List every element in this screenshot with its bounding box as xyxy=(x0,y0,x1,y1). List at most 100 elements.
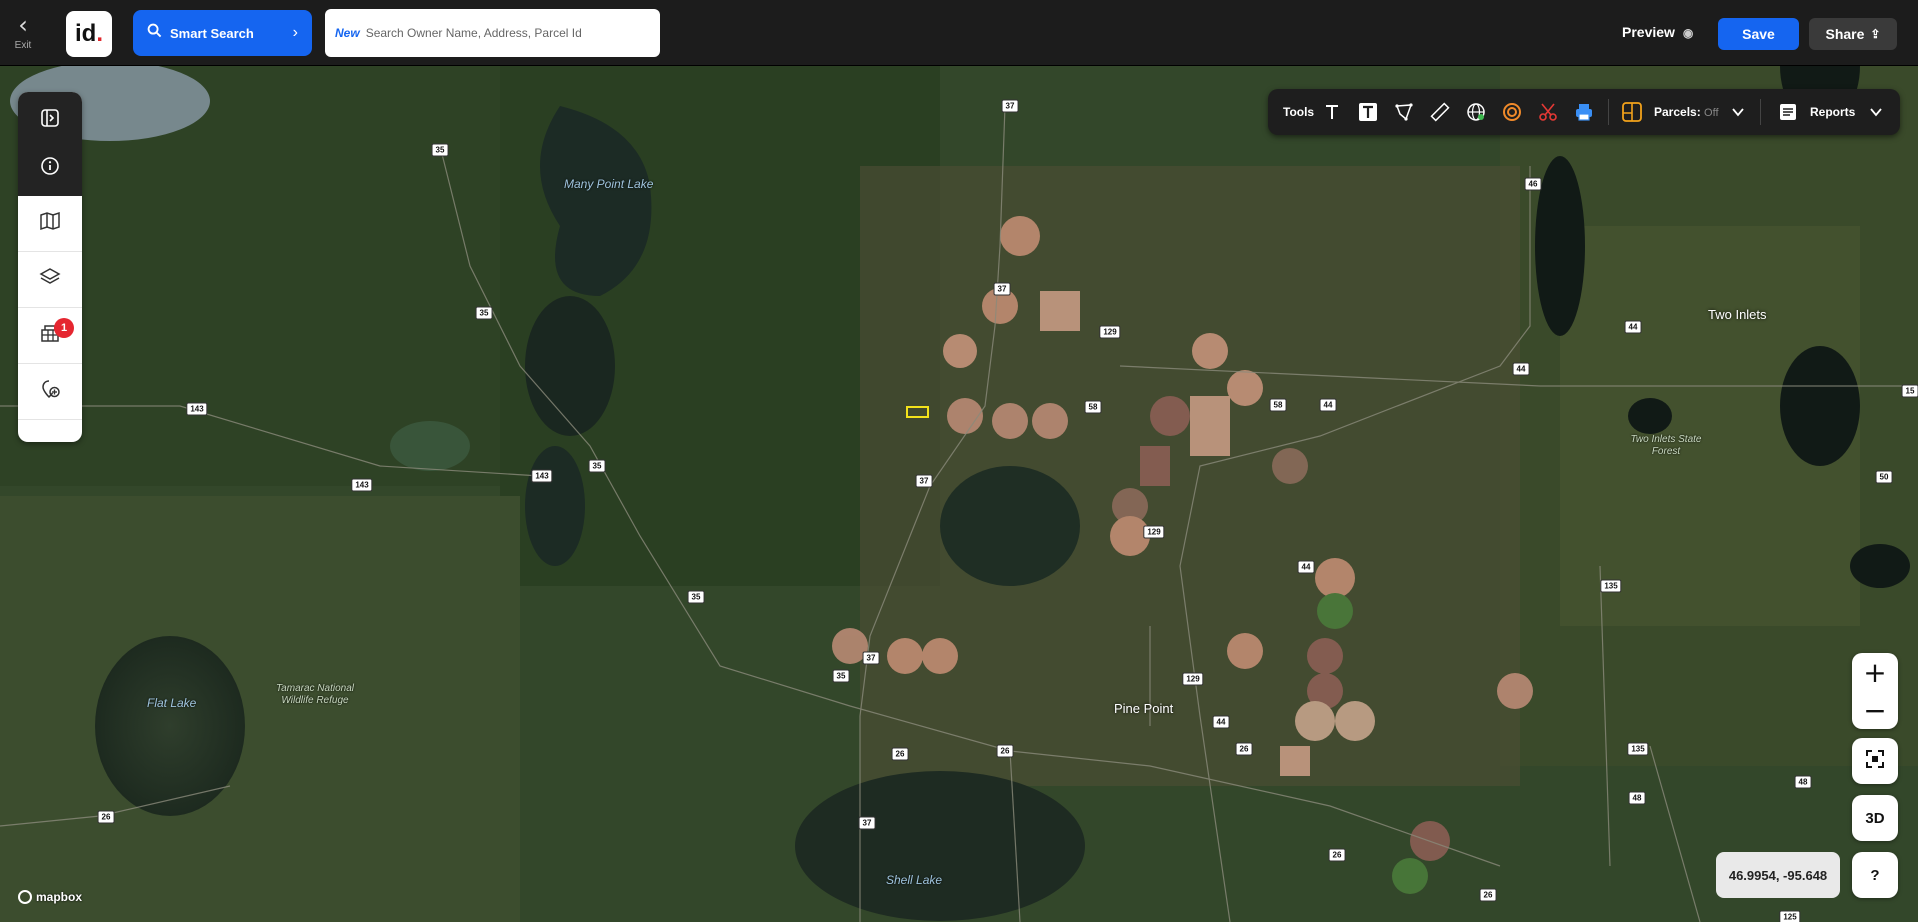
road-shield: 58 xyxy=(1269,398,1287,412)
mapbox-logo-icon xyxy=(18,890,32,904)
road-shield: 48 xyxy=(1628,791,1646,805)
road-shield: 143 xyxy=(531,469,553,483)
search-input[interactable] xyxy=(365,26,626,40)
road-shield: 44 xyxy=(1212,715,1230,729)
road-shield: 46 xyxy=(1524,177,1542,191)
road-shield: 129 xyxy=(1182,672,1204,686)
share-label: Share xyxy=(1825,26,1865,42)
fullscreen-icon xyxy=(1864,748,1886,774)
place-label: Pine Point xyxy=(1114,701,1174,716)
road-shield: 44 xyxy=(1319,398,1337,412)
road-shield: 26 xyxy=(1328,848,1346,862)
share-button[interactable]: Share ⇪ xyxy=(1809,18,1897,50)
search-icon xyxy=(147,23,162,43)
road-shield: 35 xyxy=(588,459,606,473)
help-button[interactable]: ? xyxy=(1852,852,1898,898)
draw-polygon-icon[interactable] xyxy=(1392,100,1416,124)
print-icon[interactable] xyxy=(1572,100,1596,124)
reports-icon[interactable] xyxy=(1776,100,1800,124)
road-shield: 44 xyxy=(1624,320,1642,334)
fit-screen-button[interactable] xyxy=(1852,738,1898,784)
road-shield: 48 xyxy=(1794,775,1812,789)
road-shield: 58 xyxy=(1084,400,1102,414)
flat-lake xyxy=(95,636,245,816)
layers-button[interactable] xyxy=(18,252,82,308)
road-shield: 26 xyxy=(1235,742,1253,756)
exit-button[interactable]: ‹ Exit xyxy=(10,11,36,54)
road-shield: 37 xyxy=(858,816,876,830)
road-shield: 35 xyxy=(687,590,705,604)
chevron-left-icon: ‹ xyxy=(18,11,28,39)
add-location-button[interactable] xyxy=(18,364,82,420)
road-shield: 26 xyxy=(1479,888,1497,902)
map-toolbar: Tools Parcels: Off Reports xyxy=(1268,89,1900,135)
mapbox-label: mapbox xyxy=(36,890,83,904)
road-shield: 125 xyxy=(1779,910,1801,922)
road-shield: 15 xyxy=(1901,384,1918,398)
forest-label: Two Inlets State Forest xyxy=(1630,434,1702,457)
road-shield: 44 xyxy=(1512,362,1530,376)
road-shield: 129 xyxy=(1099,325,1121,339)
smart-search-button[interactable]: Smart Search › xyxy=(133,10,312,56)
parcels-button[interactable]: 1 xyxy=(18,308,82,364)
parcel-select-icon[interactable] xyxy=(1620,100,1644,124)
water-label: Shell Lake xyxy=(886,873,943,887)
map-canvas[interactable]: Two Inlets Pine Point Many Point Lake Fl… xyxy=(0,66,1918,922)
water-label: Many Point Lake xyxy=(564,177,654,191)
new-tag: New xyxy=(335,26,360,40)
add-location-icon xyxy=(39,378,61,405)
zoom-control: + − xyxy=(1852,653,1898,729)
text-box-icon[interactable] xyxy=(1356,100,1380,124)
info-icon xyxy=(40,156,60,181)
parcels-toggle[interactable]: Parcels: Off xyxy=(1654,105,1719,119)
3d-button[interactable]: 3D xyxy=(1852,795,1898,841)
zoom-in-button[interactable]: + xyxy=(1852,653,1898,691)
road-shield: 35 xyxy=(832,669,850,683)
logo-dot: . xyxy=(96,20,103,47)
chevron-down-icon[interactable] xyxy=(1726,100,1750,124)
road-shield: 44 xyxy=(1297,560,1315,574)
chevron-down-icon[interactable] xyxy=(1864,100,1888,124)
globe-icon[interactable] xyxy=(1464,100,1488,124)
shell-lake xyxy=(795,771,1085,921)
reports-button[interactable]: Reports xyxy=(1810,105,1855,119)
road-shield: 26 xyxy=(891,747,909,761)
save-button[interactable]: Save xyxy=(1718,18,1799,50)
road-shield: 135 xyxy=(1600,579,1622,593)
preview-button[interactable]: Preview ◉ xyxy=(1622,24,1693,40)
road-shield: 37 xyxy=(862,651,880,665)
exit-label: Exit xyxy=(14,40,32,51)
ruler-icon[interactable] xyxy=(1428,100,1452,124)
zoom-out-button[interactable]: − xyxy=(1852,691,1898,729)
search-bar[interactable]: New xyxy=(325,9,660,57)
mapbox-attribution[interactable]: mapbox xyxy=(18,890,82,904)
chevron-right-icon: › xyxy=(292,24,298,41)
info-button[interactable] xyxy=(18,140,82,196)
smart-search-label: Smart Search xyxy=(170,25,254,41)
collapse-panel-icon xyxy=(40,108,60,133)
parcels-state: Off xyxy=(1704,107,1719,119)
road-shield: 37 xyxy=(915,474,933,488)
radius-icon[interactable] xyxy=(1500,100,1524,124)
road-shield: 143 xyxy=(351,478,373,492)
toolbar-divider xyxy=(1760,99,1761,125)
map-button[interactable] xyxy=(18,196,82,252)
road-shield: 35 xyxy=(431,143,449,157)
road-shield: 26 xyxy=(996,744,1014,758)
water-label: Flat Lake xyxy=(147,696,197,710)
toolbar-divider xyxy=(1608,99,1609,125)
logo-text: id xyxy=(75,20,97,47)
text-icon[interactable] xyxy=(1320,100,1344,124)
place-label: Two Inlets xyxy=(1708,307,1767,322)
road-shield: 129 xyxy=(1143,525,1165,539)
road-shield: 26 xyxy=(97,810,115,824)
layers-icon xyxy=(39,266,61,293)
parcels-label: Parcels: xyxy=(1654,105,1701,119)
road-shield: 35 xyxy=(475,306,493,320)
app-logo[interactable]: id. xyxy=(66,11,112,57)
scissors-icon[interactable] xyxy=(1536,100,1560,124)
road-shield: 37 xyxy=(1001,99,1019,113)
left-panel: 1 xyxy=(18,92,82,442)
eye-icon: ◉ xyxy=(1682,26,1694,40)
road-shield: 135 xyxy=(1627,742,1649,756)
